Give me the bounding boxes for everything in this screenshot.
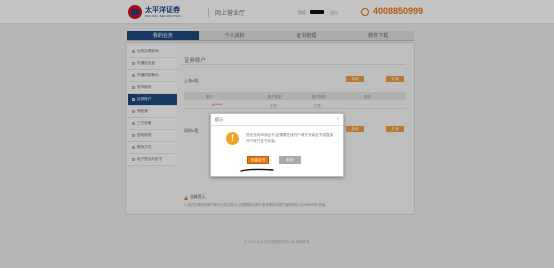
pen-underline-mark: [240, 168, 274, 172]
dialog-message: 您还没有申请证书,如需要在线开户请先安装证书或直接开户进行证书安装。: [246, 133, 334, 143]
prompt-dialog: 提示 × ! 您还没有申请证书,如需要在线开户请先安装证书或直接开户进行证书安装…: [210, 113, 344, 177]
warning-icon: !: [226, 132, 239, 145]
cancel-button[interactable]: 取消: [279, 156, 301, 164]
dialog-divider: [211, 125, 343, 126]
close-icon[interactable]: ×: [336, 116, 339, 121]
install-certificate-button[interactable]: 安装证书: [247, 156, 269, 164]
dialog-title: 提示: [215, 117, 223, 122]
